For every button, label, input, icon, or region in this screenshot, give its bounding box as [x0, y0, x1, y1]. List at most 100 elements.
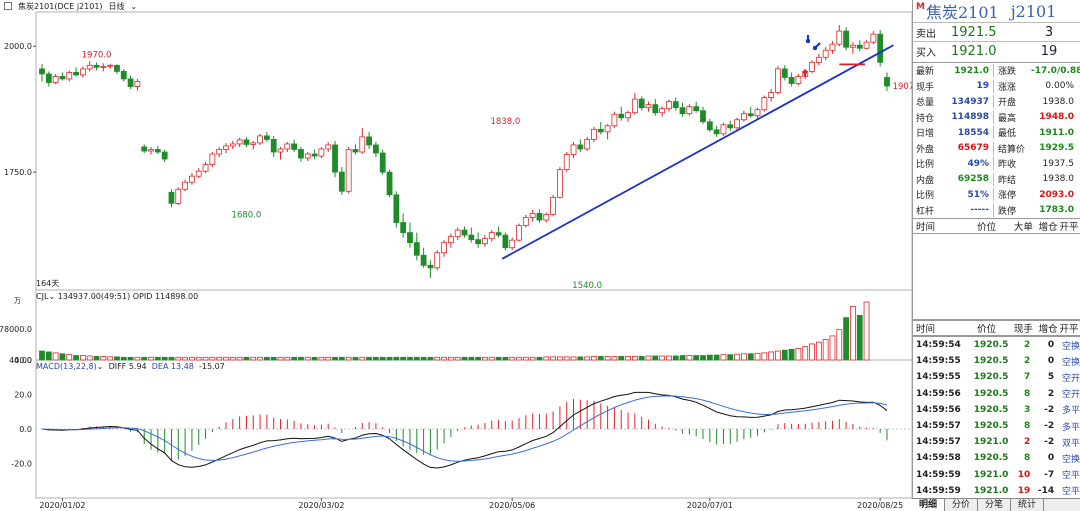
- volume-bar: [570, 356, 577, 361]
- trade-delta: 5: [1047, 372, 1055, 383]
- trade-row[interactable]: 14:59:55 1920.5 7 5 空开: [913, 369, 1080, 385]
- volume-bar: [672, 355, 679, 361]
- macd-tick-label: 0.0: [19, 425, 32, 434]
- stat-label: 涨停: [993, 188, 1031, 202]
- candle-body: [141, 146, 148, 152]
- stat-label: 持仓: [916, 113, 935, 124]
- panel-frame: [35, 11, 912, 291]
- volume-bar: [509, 356, 516, 361]
- stat-label: 昨结: [993, 172, 1031, 186]
- candle-body: [747, 113, 754, 117]
- window-icon[interactable]: [4, 2, 12, 10]
- volume-bar: [216, 356, 223, 361]
- candle-body: [127, 78, 134, 87]
- candle-body: [257, 135, 263, 144]
- trade-type: 空开: [1061, 373, 1080, 384]
- trade-row[interactable]: 14:59:57 1920.5 8 -2 多平: [913, 418, 1080, 434]
- tab-2[interactable]: 分笔: [978, 499, 1012, 511]
- stat-label: 昨收: [993, 157, 1031, 171]
- bid-row[interactable]: 买入 1921.0 19: [913, 41, 1080, 60]
- quote-panel: M 焦炭2101 j2101 卖出 1921.5 3 买入 1921.0 19 …: [912, 0, 1080, 511]
- stat-label: 最低: [993, 126, 1031, 140]
- contract-name: 焦炭2101: [925, 3, 999, 22]
- candle-body: [386, 171, 393, 196]
- price-annotation: 1838.0: [491, 117, 521, 127]
- candle-body: [604, 125, 611, 133]
- days-label: 164天: [36, 279, 60, 288]
- stat-label: 现手: [916, 82, 935, 93]
- trade-header: 时间 价位 现手 增仓 开平: [913, 320, 1080, 336]
- trade-row[interactable]: 14:59:55 1920.5 2 0 空换: [913, 353, 1080, 369]
- trade-row[interactable]: 14:59:56 1920.5 8 2 空开: [913, 386, 1080, 402]
- chevron-down-icon[interactable]: ⌄: [131, 2, 138, 11]
- tab-0[interactable]: 明细: [912, 499, 946, 511]
- volume-bar: [631, 356, 638, 361]
- volume-bar: [625, 356, 631, 361]
- y-tick-label: 2000.0: [4, 42, 32, 51]
- stat-row: 总量 134937 开盘 1938.0: [913, 94, 1080, 110]
- trade-row[interactable]: 14:59:58 1920.5 8 0 空换: [913, 450, 1080, 466]
- macd-dropdown-icon[interactable]: ⌄: [97, 362, 104, 371]
- candle-body: [345, 149, 352, 192]
- candle-body: [175, 188, 182, 204]
- trade-row[interactable]: 14:59:59 1921.0 19 -14 空平: [913, 483, 1080, 499]
- trade-row[interactable]: 14:59:56 1920.5 3 -2 多平: [913, 402, 1080, 418]
- volume-bar: [461, 356, 468, 361]
- big-order-list[interactable]: [913, 234, 1080, 320]
- x-tick-label: 2020/03/02: [298, 501, 344, 510]
- candle-body: [795, 76, 802, 84]
- volume-bar: [734, 353, 740, 361]
- bid-label: 买入: [916, 47, 936, 59]
- candle-body: [843, 30, 850, 48]
- volume-bar: [781, 349, 788, 361]
- candle-body: [686, 106, 693, 115]
- trade-qty: 8: [1024, 421, 1031, 432]
- volume-bar: [502, 356, 509, 361]
- trade-price: 1921.0: [973, 437, 1009, 448]
- trade-price: 1920.5: [973, 404, 1009, 415]
- ask-row[interactable]: 卖出 1921.5 3: [913, 22, 1080, 41]
- volume-bar: [611, 356, 618, 361]
- macd-name[interactable]: MACD(13,22,8): [36, 362, 97, 371]
- x-tick-label: 2020/05/06: [489, 501, 535, 510]
- trade-delta: -7: [1044, 469, 1055, 480]
- trade-time: 14:59:56: [916, 404, 961, 415]
- volume-indicator-name[interactable]: CJL⌄: [36, 292, 55, 301]
- period-selector[interactable]: 日线: [109, 1, 125, 12]
- stat-row: 内盘 69258 昨结 1938.0: [913, 172, 1080, 188]
- volume-bar: [713, 354, 720, 361]
- tab-1[interactable]: 分价: [945, 499, 979, 511]
- macd-value: -15.07: [198, 362, 225, 371]
- trade-row[interactable]: 14:59:59 1921.0 10 -7 空平: [913, 467, 1080, 483]
- candle-body: [550, 196, 556, 215]
- trade-type: 多平: [1061, 406, 1080, 417]
- candle-body: [488, 232, 495, 240]
- trade-price: 1921.0: [973, 485, 1009, 496]
- trade-list[interactable]: 14:59:54 1920.5 2 0 空换 14:59:55 1920.5 2 0 空换 14:5…: [913, 336, 1080, 499]
- chart-svg: 2000.0 1750.0 1970.0 1838.0 1680.0 1540.0 1907…: [0, 11, 912, 510]
- volume-bar: [666, 355, 672, 361]
- volume-bar: [563, 356, 570, 361]
- volume-bar: [488, 356, 495, 361]
- candle-body: [373, 144, 379, 154]
- volume-bar: [720, 354, 727, 361]
- candle-body: [618, 113, 625, 119]
- trade-row[interactable]: 14:59:57 1921.0 2 -2 双平: [913, 434, 1080, 450]
- candle-body: [427, 264, 434, 269]
- volume-bar: [482, 356, 488, 361]
- candle-body: [809, 61, 815, 72]
- volume-bar: [134, 356, 141, 361]
- candle-body: [563, 154, 570, 171]
- volume-bar: [822, 339, 829, 361]
- volume-bar: [120, 356, 127, 361]
- tab-3[interactable]: 统计: [1011, 499, 1045, 511]
- volume-bar: [100, 356, 107, 361]
- macd-tick-label: 20.0: [14, 391, 32, 400]
- candle-body: [93, 64, 100, 68]
- volume-bar: [577, 356, 584, 361]
- macd-tick-label: -20.0: [11, 460, 32, 469]
- volume-bar: [700, 355, 706, 361]
- chart-area[interactable]: 2000.0 1750.0 1970.0 1838.0 1680.0 1540.0 1907…: [0, 0, 912, 511]
- candle-body: [870, 33, 877, 43]
- trade-row[interactable]: 14:59:54 1920.5 2 0 空换: [913, 337, 1080, 353]
